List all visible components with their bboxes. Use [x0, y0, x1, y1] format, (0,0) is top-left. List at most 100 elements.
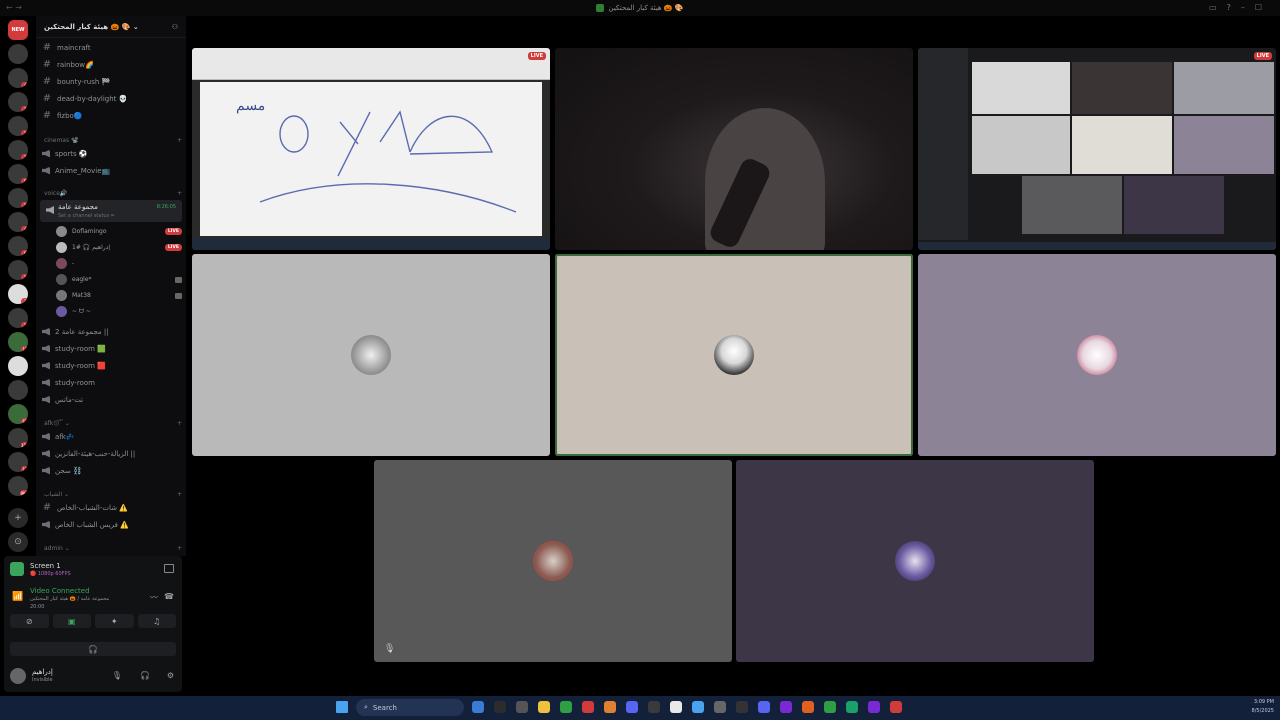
taskbar-search[interactable]: ⌕ Search	[356, 699, 464, 716]
add-server-icon[interactable]: +	[8, 508, 28, 528]
channel-study-room[interactable]: study-room	[42, 375, 182, 390]
taskbar-app-icon[interactable]	[538, 701, 550, 713]
server-icon[interactable]: 61	[8, 404, 28, 424]
server-icon[interactable]: 11	[8, 332, 28, 352]
taskbar-app-icon[interactable]	[604, 701, 616, 713]
taskbar-app-icon[interactable]	[494, 701, 506, 713]
server-icon[interactable]	[8, 356, 28, 376]
participant-tile[interactable]	[918, 254, 1276, 456]
taskbar-app-icon[interactable]	[582, 701, 594, 713]
add-member-icon[interactable]: ⚇	[172, 23, 178, 31]
participant-tile-speaking[interactable]	[555, 254, 913, 456]
minimize-icon[interactable]: –	[1241, 3, 1245, 12]
voice-user[interactable]: إدراهيم 🎧 #1 LIVE	[56, 240, 182, 255]
channel-status[interactable]: Set a channel status ✏	[58, 213, 115, 219]
camera-tile[interactable]	[555, 48, 913, 250]
vc-location[interactable]: مجموعة عامة / 🎃 هيئة كبار المحتكين	[30, 596, 109, 602]
taskbar-app-icon[interactable]	[846, 701, 858, 713]
active-voice-channel[interactable]: مجموعة عامة Set a channel status ✏ 8:26:…	[40, 200, 182, 222]
signal-icon[interactable]: 📶	[12, 592, 23, 602]
taskbar-app-icon[interactable]	[758, 701, 770, 713]
soundboard-button[interactable]: ♫	[137, 614, 176, 628]
channel-dead-by-daylight[interactable]: # dead-by-daylight 💀	[42, 91, 182, 106]
channel-maincraft[interactable]: # maincraft	[42, 40, 182, 55]
voice-user[interactable]: eagle*	[56, 272, 182, 287]
voice-user[interactable]: -	[56, 256, 182, 271]
channel-bounty-rush[interactable]: # bounty-rush 🏁	[42, 74, 182, 89]
maximize-icon[interactable]: ☐	[1255, 3, 1262, 12]
channel-rainbow[interactable]: # rainbow🌈	[42, 57, 182, 72]
add-channel-icon[interactable]: +	[177, 137, 182, 144]
server-icon[interactable]: 3	[8, 284, 28, 304]
participant-tile[interactable]: 🎙	[374, 460, 732, 662]
server-icon[interactable]: 115	[8, 428, 28, 448]
help-icon[interactable]: ?	[1227, 3, 1231, 12]
channel-sports[interactable]: sports ⚽	[42, 146, 182, 161]
server-icon[interactable]	[8, 44, 28, 64]
taskbar-app-icon[interactable]	[560, 701, 572, 713]
stream-tile-screen[interactable]: LIVE	[918, 48, 1276, 250]
server-icon[interactable]: 4	[8, 68, 28, 88]
server-icon[interactable]: 9K+	[8, 476, 28, 496]
channel-group-2[interactable]: مجموعة عامة 2 ||	[42, 324, 182, 339]
voice-user[interactable]: Doflamingo LIVE	[56, 224, 182, 239]
nav-arrows[interactable]: ← →	[6, 3, 22, 12]
server-icon[interactable]: 1	[8, 308, 28, 328]
add-channel-icon[interactable]: +	[177, 545, 182, 552]
server-icon[interactable]: 5	[8, 164, 28, 184]
voice-user[interactable]: ~ ᗢ ~	[56, 304, 182, 319]
screen-share-row[interactable]: Screen 1 🔴 1080p 60FPS	[10, 560, 176, 580]
server-icon[interactable]: 12	[8, 452, 28, 472]
channel-jail[interactable]: سجن ⛓️	[42, 463, 182, 478]
channel-study-room-red[interactable]: study-room 🟥	[42, 358, 182, 373]
channel-anime-movie[interactable]: Anime_Movie📺	[42, 163, 182, 178]
disconnect-icon[interactable]: ☎	[164, 592, 174, 601]
participant-tile[interactable]	[736, 460, 1094, 662]
taskbar-app-icon[interactable]	[802, 701, 814, 713]
inbox-icon[interactable]: ▭	[1209, 3, 1217, 12]
taskbar-app-icon[interactable]	[868, 701, 880, 713]
taskbar-app-icon[interactable]	[692, 701, 704, 713]
taskbar-app-icon[interactable]	[890, 701, 902, 713]
system-tray-clock[interactable]: 3:09 PM 8/5/2025	[1252, 698, 1274, 716]
category-admin[interactable]: admin ⌄ +	[44, 542, 182, 554]
stream-tile-whiteboard[interactable]: مسم LIVE	[192, 48, 550, 250]
channel-mats[interactable]: تت-ماتس	[42, 392, 182, 407]
taskbar-app-icon[interactable]	[780, 701, 792, 713]
category-youth[interactable]: الشباب ⌄ +	[44, 488, 182, 500]
voice-user[interactable]: Mat38	[56, 288, 182, 303]
participant-tile[interactable]	[192, 254, 550, 456]
deafen-icon[interactable]: 🎧	[140, 671, 150, 680]
add-channel-icon[interactable]: +	[177, 190, 182, 197]
activities-button[interactable]: ✦	[95, 614, 134, 628]
taskbar-app-icon[interactable]	[670, 701, 682, 713]
popout-icon[interactable]	[164, 564, 174, 573]
server-icon[interactable]: 1	[8, 116, 28, 136]
mic-icon[interactable]: 🎙	[112, 671, 122, 680]
server-icon[interactable]	[8, 380, 28, 400]
avatar[interactable]	[10, 668, 26, 684]
server-icon[interactable]: 6	[8, 236, 28, 256]
new-server-badge[interactable]: NEW	[8, 20, 28, 40]
server-icon[interactable]: 1	[8, 260, 28, 280]
server-icon[interactable]: 1	[8, 188, 28, 208]
taskbar-app-icon[interactable]	[472, 701, 484, 713]
channel-afk[interactable]: afk💤	[42, 429, 182, 444]
guild-header[interactable]: هيئة كبار المحتكين 🎃 🎨 ⌄ ⚇	[36, 16, 186, 38]
windows-start-icon[interactable]	[336, 701, 348, 713]
taskbar-app-icon[interactable]	[714, 701, 726, 713]
channel-study-room-green[interactable]: study-room 🟩	[42, 341, 182, 356]
channel-trash[interactable]: الزيالة-حنب-هيئة-الفانزين ||	[42, 446, 182, 461]
taskbar-app-icon[interactable]	[626, 701, 638, 713]
server-icon[interactable]: 4	[8, 212, 28, 232]
channel-fizbo[interactable]: # fizbo🔵	[42, 108, 182, 123]
channel-youth-chat[interactable]: # شات-الشباب-الخاص ⚠️	[42, 500, 182, 515]
category-cinemas[interactable]: cinemas 📽️ +	[44, 134, 182, 146]
discover-icon[interactable]: ⊙	[8, 532, 28, 552]
taskbar-app-icon[interactable]	[516, 701, 528, 713]
taskbar-app-icon[interactable]	[648, 701, 660, 713]
screen-share-button[interactable]: ▣	[52, 614, 91, 628]
add-channel-icon[interactable]: +	[177, 491, 182, 498]
add-channel-icon[interactable]: +	[177, 420, 182, 427]
server-icon[interactable]: 2	[8, 140, 28, 160]
